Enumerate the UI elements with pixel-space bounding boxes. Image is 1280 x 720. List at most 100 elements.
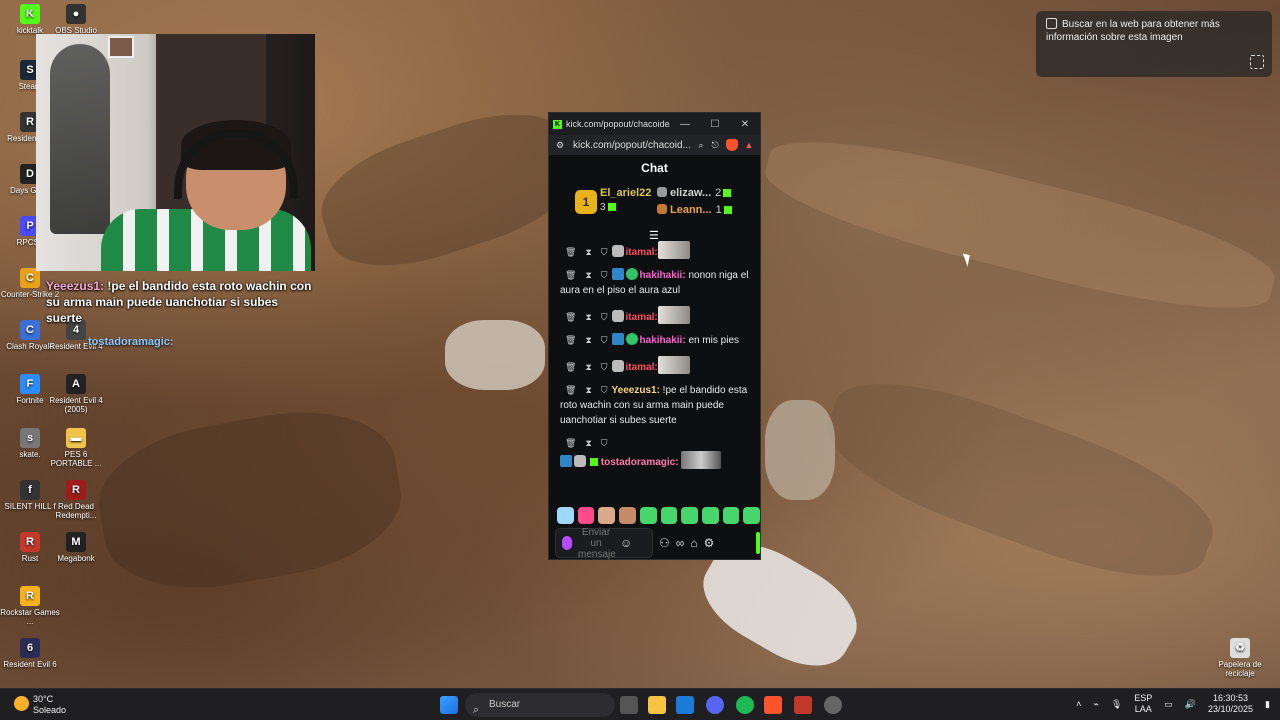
- taskbar-search[interactable]: ⌕ Buscar: [465, 693, 615, 717]
- lens-search-prompt[interactable]: Buscar en la web para obtener más inform…: [1036, 11, 1272, 77]
- send-button[interactable]: [756, 532, 760, 554]
- emote-button[interactable]: [681, 506, 698, 524]
- brave-icon[interactable]: [764, 696, 782, 714]
- weather-temp: 30°C: [33, 694, 54, 704]
- timeout-icon[interactable]: ⧗: [585, 360, 591, 375]
- chat-username[interactable]: itamal:: [626, 312, 658, 323]
- microphone-icon[interactable]: 🎙: [1111, 699, 1122, 710]
- overlay-username: Yeeezus1:: [46, 279, 105, 293]
- ban-icon[interactable]: ⛉: [601, 268, 608, 283]
- chat-messages: 🗑 ⧗ ⛉ itamal: 🗑 ⧗ ⛉ hakihakii: nonon niga el au…: [549, 241, 760, 503]
- scan-icon[interactable]: [1250, 55, 1264, 69]
- store-icon[interactable]: ⌂: [690, 536, 697, 550]
- delete-icon[interactable]: 🗑: [565, 310, 576, 325]
- url-field[interactable]: kick.com/popout/chacoid...: [573, 140, 694, 151]
- chat-username[interactable]: itamal:: [626, 247, 658, 258]
- display-icon[interactable]: ▭: [1164, 699, 1173, 710]
- file-explorer-icon[interactable]: [648, 696, 666, 714]
- leader-3[interactable]: Leann... 1: [657, 204, 732, 216]
- app-icon[interactable]: [794, 696, 812, 714]
- delete-icon[interactable]: 🗑: [565, 383, 576, 398]
- delete-icon[interactable]: 🗑: [565, 333, 576, 348]
- ban-icon[interactable]: ⛉: [601, 310, 608, 325]
- brave-rewards-icon[interactable]: ▲: [742, 140, 756, 150]
- ban-icon[interactable]: ⛉: [601, 436, 608, 451]
- emote-button[interactable]: [557, 506, 574, 524]
- chat-emote: [681, 451, 722, 469]
- emote-button[interactable]: [701, 506, 719, 524]
- close-button[interactable]: ✕: [730, 119, 760, 130]
- chat-username[interactable]: itamal:: [626, 362, 658, 373]
- ban-icon[interactable]: ⛉: [601, 333, 608, 348]
- weather-widget[interactable]: 30°C Soleado: [14, 694, 66, 716]
- emote-button[interactable]: [598, 506, 616, 524]
- notification-icon[interactable]: ▮: [1265, 699, 1270, 710]
- emote-button[interactable]: [743, 506, 761, 524]
- leader-2[interactable]: elizaw... 2: [657, 187, 732, 199]
- ban-icon[interactable]: ⛉: [601, 383, 608, 398]
- leader-1-name[interactable]: El_ariel22: [600, 187, 651, 199]
- gold-medal-icon: 1: [575, 190, 597, 214]
- bing-icon[interactable]: [676, 696, 694, 714]
- network-icon[interactable]: ⌁: [1093, 699, 1098, 710]
- desktop-icon[interactable]: ▬ PES 6 PORTABLE ...: [46, 428, 106, 468]
- delete-icon[interactable]: 🗑: [565, 436, 576, 451]
- obs-icon[interactable]: [824, 696, 842, 714]
- emote-button[interactable]: [660, 506, 678, 524]
- emote-button[interactable]: [639, 506, 657, 524]
- desktop-icon[interactable]: 6 Resident Evil 6: [0, 638, 60, 669]
- ban-icon[interactable]: ⛉: [601, 360, 608, 375]
- snow-leopard-2: [765, 400, 835, 500]
- chat-input[interactable]: Enviar un mensaje ☺: [555, 527, 653, 560]
- infinity-icon[interactable]: ∞: [676, 536, 685, 550]
- chat-message: 🗑 ⧗ ⛉ tostadoramagic:: [560, 436, 752, 470]
- lang-code: ESP: [1134, 693, 1153, 703]
- emote-icon[interactable]: ☺: [620, 537, 632, 549]
- discord-icon[interactable]: [706, 696, 724, 714]
- brave-shields-icon[interactable]: [726, 139, 738, 151]
- share-icon[interactable]: ⎋: [708, 140, 722, 151]
- task-view-icon[interactable]: [620, 696, 638, 714]
- desktop-icon-label: Resident Evil 4 (2005): [49, 396, 103, 414]
- desktop-icon[interactable]: ♻ Papelera de reciclaje: [1210, 638, 1270, 678]
- timeout-icon[interactable]: ⧗: [585, 310, 591, 325]
- desktop-icon[interactable]: ● OBS Studio: [46, 4, 106, 35]
- emote-button[interactable]: [722, 506, 740, 524]
- language-indicator[interactable]: ESP LAA: [1134, 693, 1152, 715]
- ban-icon[interactable]: ⛉: [601, 245, 608, 260]
- start-icon[interactable]: [440, 696, 458, 714]
- mic-icon[interactable]: [562, 536, 572, 550]
- delete-icon[interactable]: 🗑: [565, 360, 576, 375]
- timeout-icon[interactable]: ⧗: [585, 333, 591, 348]
- chat-username[interactable]: hakihakii:: [640, 270, 686, 281]
- chevron-up-icon[interactable]: ˄: [1076, 699, 1081, 709]
- clock[interactable]: 16:30:53 23/10/2025: [1208, 693, 1253, 715]
- chat-input-row: Enviar un mensaje ☺ ⚇ ∞ ⌂ ⚙: [549, 527, 760, 560]
- zoom-icon[interactable]: ⌕: [694, 140, 708, 151]
- minimize-button[interactable]: —: [670, 119, 700, 130]
- spotify-icon[interactable]: [736, 696, 754, 714]
- chat-message: 🗑 ⧗ ⛉ itamal:: [560, 241, 752, 260]
- delete-icon[interactable]: 🗑: [565, 268, 576, 283]
- desktop-icon[interactable]: M Megabonk: [46, 532, 106, 563]
- desktop-icon[interactable]: A Resident Evil 4 (2005): [46, 374, 106, 414]
- chat-username[interactable]: tostadoramagic:: [601, 457, 679, 468]
- app-icon: C: [20, 268, 40, 288]
- chat-username[interactable]: hakihakii:: [640, 335, 686, 346]
- timeout-icon[interactable]: ⧗: [585, 268, 591, 283]
- settings-icon[interactable]: ⚙: [704, 536, 715, 550]
- chat-username[interactable]: Yeeezus1:: [612, 385, 660, 396]
- maximize-button[interactable]: ☐: [700, 119, 730, 130]
- site-settings-icon[interactable]: ⚙: [553, 140, 567, 151]
- timeout-icon[interactable]: ⧗: [585, 245, 591, 260]
- snow-leopard: [445, 320, 545, 390]
- users-icon[interactable]: ⚇: [659, 536, 670, 550]
- delete-icon[interactable]: 🗑: [565, 245, 576, 260]
- desktop-icon[interactable]: R Rockstar Games ...: [0, 586, 60, 626]
- desktop-icon[interactable]: R Red Dead Redempti...: [46, 480, 106, 520]
- timeout-icon[interactable]: ⧗: [585, 383, 591, 398]
- emote-button[interactable]: [619, 506, 636, 524]
- timeout-icon[interactable]: ⧗: [585, 436, 591, 451]
- emote-button[interactable]: [577, 506, 595, 524]
- volume-icon[interactable]: 🔊: [1185, 699, 1196, 710]
